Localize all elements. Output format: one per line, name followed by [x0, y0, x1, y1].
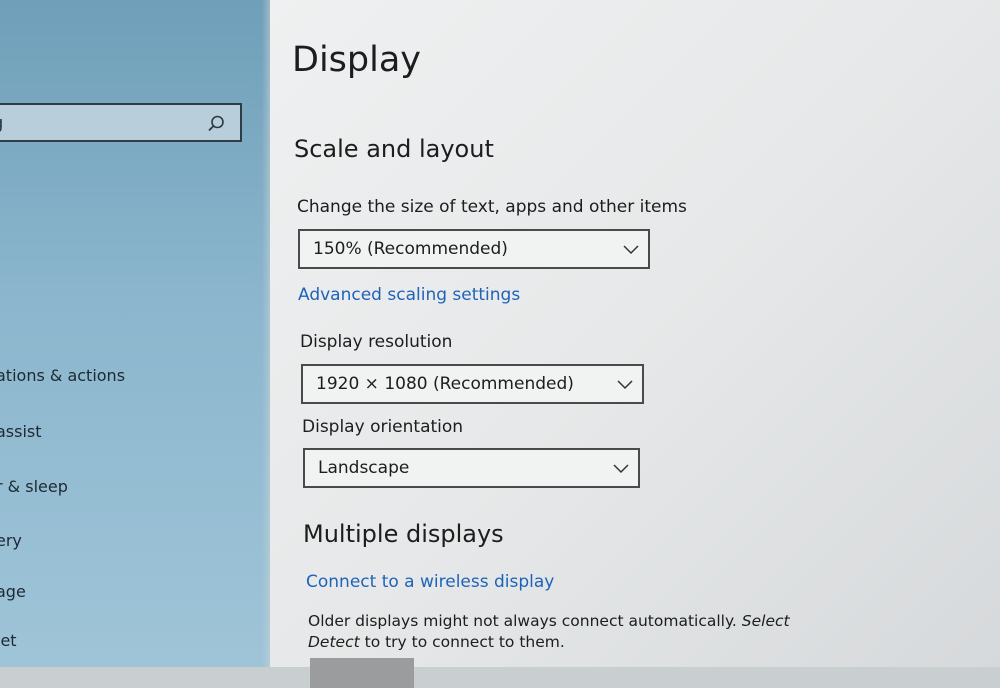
resolution-dropdown-value: 1920 × 1080 (Recommended) [316, 374, 574, 394]
section-title-multiple-displays: Multiple displays [303, 520, 504, 548]
scale-dropdown[interactable]: 150% (Recommended) [298, 229, 650, 269]
search-input-text: g [0, 113, 3, 134]
sidebar-item-battery[interactable]: ery [0, 531, 22, 550]
search-input[interactable]: g [0, 103, 242, 142]
scale-dropdown-value: 150% (Recommended) [313, 239, 508, 259]
chevron-down-icon [623, 245, 639, 255]
sidebar-item-storage[interactable]: age [0, 582, 26, 601]
orientation-label: Display orientation [302, 417, 464, 437]
resolution-dropdown[interactable]: 1920 × 1080 (Recommended) [301, 364, 644, 404]
sidebar-item-focus-assist[interactable]: assist [0, 422, 42, 441]
multiple-displays-description: Older displays might not always connect … [308, 611, 828, 653]
orientation-dropdown-value: Landscape [318, 458, 410, 478]
scale-label: Change the size of text, apps and other … [297, 197, 687, 217]
section-title-scale-layout: Scale and layout [294, 135, 494, 163]
sidebar-item-notifications[interactable]: ations & actions [0, 366, 125, 385]
resolution-label: Display resolution [300, 332, 453, 352]
chevron-down-icon [617, 380, 633, 390]
description-text: Older displays might not always connect … [308, 612, 742, 630]
main-panel: Display Scale and layout Change the size… [270, 0, 1000, 688]
description-end-text: to try to connect to them. [359, 633, 565, 651]
sidebar-item-tablet[interactable]: let [0, 631, 17, 650]
detect-button[interactable] [310, 658, 414, 688]
orientation-dropdown[interactable]: Landscape [303, 448, 640, 488]
advanced-scaling-link[interactable]: Advanced scaling settings [298, 285, 520, 305]
sidebar: g ations & actions assist r & sleep ery … [0, 0, 270, 667]
sidebar-item-power-sleep[interactable]: r & sleep [0, 477, 68, 496]
wireless-display-link[interactable]: Connect to a wireless display [306, 572, 554, 592]
page-title: Display [292, 40, 422, 80]
chevron-down-icon [613, 464, 629, 474]
search-icon[interactable] [206, 114, 226, 134]
